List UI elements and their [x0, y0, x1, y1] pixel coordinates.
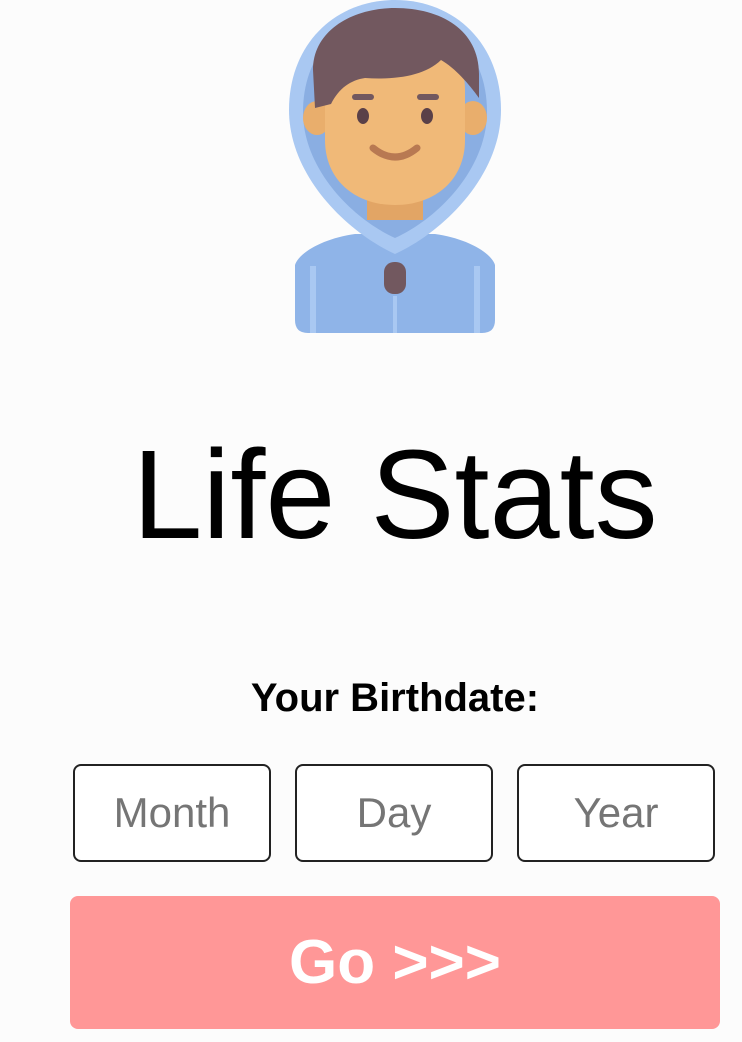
go-button[interactable]: Go >>>: [70, 896, 720, 1029]
page-title: Life Stats: [132, 424, 658, 565]
year-input[interactable]: [517, 764, 715, 862]
avatar-icon: [289, 0, 501, 333]
birthdate-label: Your Birthdate:: [250, 676, 540, 720]
month-input[interactable]: [73, 764, 271, 862]
life-stats-page: Life Stats Your Birthdate: Go >>>: [0, 0, 742, 1042]
day-input[interactable]: [295, 764, 493, 862]
